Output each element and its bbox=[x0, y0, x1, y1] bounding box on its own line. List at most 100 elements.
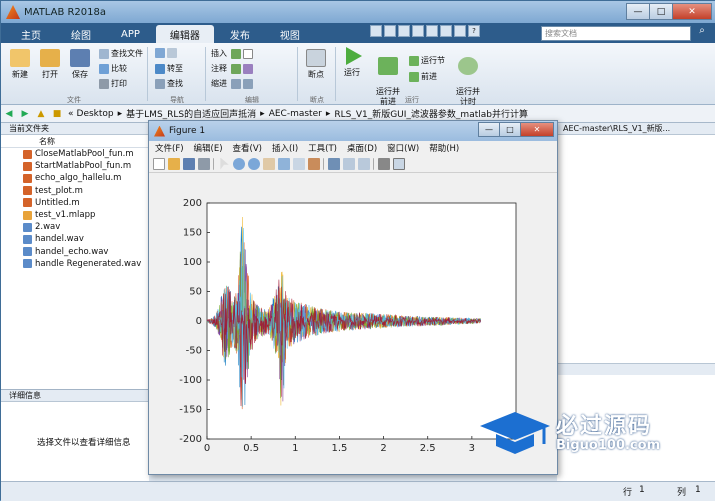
close-button[interactable]: ✕ bbox=[672, 3, 712, 20]
redo-icon[interactable] bbox=[440, 25, 452, 37]
edit-group-label: 编辑 bbox=[245, 96, 259, 104]
maximize-button[interactable]: □ bbox=[649, 3, 673, 20]
figure-maximize-button[interactable]: □ bbox=[499, 122, 521, 137]
minimize-button[interactable]: — bbox=[626, 3, 650, 20]
browse-icon[interactable]: ■ bbox=[51, 108, 63, 120]
file-list-item[interactable]: test_plot.m bbox=[1, 185, 148, 197]
save-button[interactable]: 保存 bbox=[67, 49, 93, 80]
new-icon bbox=[10, 49, 30, 67]
file-list-item[interactable]: handel_echo.wav bbox=[1, 246, 148, 258]
paste-icon[interactable] bbox=[412, 25, 424, 37]
path-aec[interactable]: AEC-master bbox=[269, 109, 322, 119]
cut-icon[interactable] bbox=[384, 25, 396, 37]
ribbon-separator bbox=[297, 47, 298, 101]
colorbar-icon[interactable] bbox=[343, 157, 355, 170]
comment-label: 注释 bbox=[211, 64, 227, 73]
compare-button[interactable]: 比较 bbox=[99, 63, 127, 74]
data-cursor-icon[interactable] bbox=[293, 157, 305, 170]
zoom-in-icon[interactable] bbox=[233, 157, 245, 170]
print-button[interactable]: 打印 bbox=[99, 78, 127, 89]
file-list-item[interactable]: echo_algo_hallelu.m bbox=[1, 172, 148, 184]
find-button[interactable]: 查找 bbox=[155, 78, 183, 89]
forward-icon[interactable]: ▶ bbox=[19, 108, 31, 120]
menu-insert[interactable]: 插入(I) bbox=[272, 142, 298, 154]
path-project[interactable]: 基于LMS_RLS的自适应回声抵消 bbox=[126, 107, 256, 120]
indent-button[interactable]: 缩进 bbox=[211, 78, 255, 89]
find-files-button[interactable]: 查找文件 bbox=[99, 48, 143, 59]
new-figure-icon[interactable] bbox=[153, 157, 165, 170]
print-label: 打印 bbox=[111, 79, 127, 88]
pointer-icon[interactable] bbox=[220, 157, 229, 170]
menu-view[interactable]: 查看(V) bbox=[233, 142, 262, 154]
goto-button[interactable]: 转至 bbox=[155, 63, 183, 74]
file-list-item[interactable]: StartMatlabPool_fun.m bbox=[1, 160, 148, 172]
link-plot-icon[interactable] bbox=[328, 157, 340, 170]
menu-help[interactable]: 帮助(H) bbox=[429, 142, 459, 154]
show-tools-icon[interactable] bbox=[393, 157, 405, 170]
run-section-button[interactable]: 运行节 bbox=[409, 55, 445, 66]
save-icon[interactable] bbox=[183, 157, 195, 170]
rotate-icon[interactable] bbox=[278, 157, 290, 170]
zoom-out-icon[interactable] bbox=[248, 157, 260, 170]
insert-button[interactable]: 插入 bbox=[211, 48, 255, 59]
path-rls[interactable]: RLS_V1_新版GUI_滤波器参数_matlab并行计算 bbox=[334, 107, 528, 120]
watermark-url: Biguo100.com bbox=[556, 438, 661, 453]
file-list-item[interactable]: handel.wav bbox=[1, 233, 148, 245]
tab-home[interactable]: 主页 bbox=[7, 25, 55, 43]
open-icon[interactable] bbox=[168, 157, 180, 170]
tab-apps[interactable]: APP bbox=[107, 25, 154, 43]
folder-up-icon[interactable]: ▲ bbox=[35, 108, 47, 120]
tab-editor[interactable]: 编辑器 bbox=[155, 25, 214, 43]
new-button[interactable]: 新建 bbox=[7, 49, 33, 80]
menu-edit[interactable]: 编辑(E) bbox=[194, 142, 223, 154]
run-button[interactable]: 运行 bbox=[339, 47, 365, 78]
advance-button[interactable]: 前进 bbox=[409, 71, 437, 82]
menu-window[interactable]: 窗口(W) bbox=[387, 142, 419, 154]
file-list-item[interactable]: test_v1.mlapp bbox=[1, 209, 148, 221]
y-tick-label: -200 bbox=[179, 434, 202, 445]
y-tick-label: -50 bbox=[186, 346, 202, 357]
tab-publish[interactable]: 发布 bbox=[216, 25, 264, 43]
hide-tools-icon[interactable] bbox=[378, 157, 390, 170]
figure-close-button[interactable]: ✕ bbox=[520, 122, 554, 137]
print-icon[interactable] bbox=[198, 157, 210, 170]
file-name: test_plot.m bbox=[35, 185, 83, 196]
file-list-item[interactable]: 2.wav bbox=[1, 221, 148, 233]
matlab-logo-icon bbox=[6, 5, 20, 19]
audio-file-icon bbox=[23, 247, 32, 257]
run-group-label: 运行 bbox=[405, 96, 419, 104]
tab-plots[interactable]: 绘图 bbox=[57, 25, 105, 43]
m-file-icon bbox=[23, 198, 32, 208]
forward-icon bbox=[167, 48, 177, 58]
back-icon[interactable]: ◀ bbox=[3, 108, 15, 120]
file-list-item[interactable]: CloseMatlabPool_fun.m bbox=[1, 148, 148, 160]
fx-icon bbox=[243, 48, 253, 59]
title-bar: MATLAB R2018a — □ ✕ bbox=[1, 1, 715, 23]
search-icon[interactable]: ⌕ bbox=[693, 25, 711, 41]
switch-windows-icon[interactable] bbox=[454, 25, 466, 37]
menu-file[interactable]: 文件(F) bbox=[155, 142, 184, 154]
brush-icon[interactable] bbox=[308, 157, 320, 170]
search-docs-input[interactable]: 搜索文档 bbox=[541, 26, 691, 41]
figure-minimize-button[interactable]: — bbox=[478, 122, 500, 137]
breakpoints-button[interactable]: 断点 bbox=[303, 49, 329, 80]
pan-icon[interactable] bbox=[263, 157, 275, 170]
comment-button[interactable]: 注释 bbox=[211, 63, 255, 74]
name-column-header[interactable]: 名称 bbox=[1, 135, 148, 148]
figure-title-bar[interactable]: Figure 1 — □ ✕ bbox=[149, 121, 557, 141]
tab-view[interactable]: 视图 bbox=[266, 25, 314, 43]
path-root[interactable]: « bbox=[68, 109, 74, 119]
menu-desktop[interactable]: 桌面(D) bbox=[347, 142, 377, 154]
file-list-item[interactable]: handle Regenerated.wav bbox=[1, 258, 148, 270]
back-forward-buttons[interactable] bbox=[155, 48, 179, 58]
path-desktop[interactable]: Desktop bbox=[77, 109, 114, 119]
help-icon[interactable]: ? bbox=[468, 25, 480, 37]
menu-tools[interactable]: 工具(T) bbox=[308, 142, 337, 154]
copy-icon[interactable] bbox=[398, 25, 410, 37]
save-icon[interactable] bbox=[370, 25, 382, 37]
undo-icon[interactable] bbox=[426, 25, 438, 37]
file-list-item[interactable]: Untitled.m bbox=[1, 197, 148, 209]
legend-icon[interactable] bbox=[358, 157, 370, 170]
open-button[interactable]: 打开 bbox=[37, 49, 63, 80]
editor-path: AEC-master\RLS_V1_新版... bbox=[557, 123, 715, 135]
